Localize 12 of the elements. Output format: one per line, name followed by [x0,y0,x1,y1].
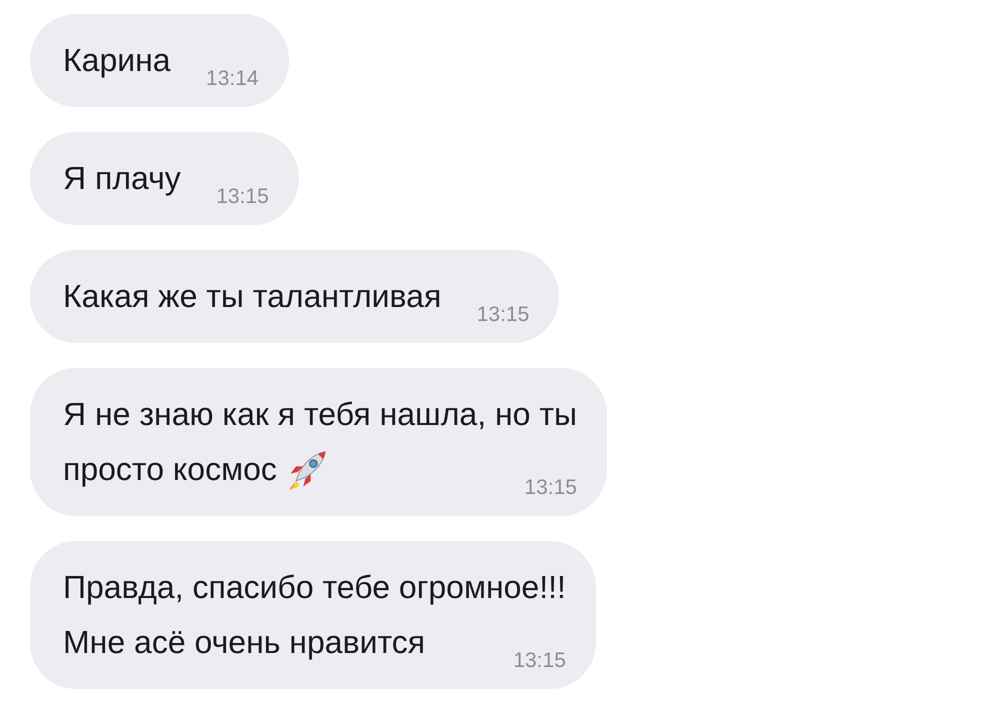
message-time: 13:15 [216,185,269,209]
message-line: Карина [63,41,171,80]
message-line: Я не знаю как я тебя нашла, но ты [63,395,577,434]
message-line: Я плачу [63,159,181,198]
message-time: 13:14 [206,67,259,91]
message-line: Какая же ты талантливая [63,277,442,316]
message-line: просто космос [63,450,277,489]
message-line: Мне асё очень нравится [63,623,426,662]
message-time: 13:15 [524,476,577,500]
message-time: 13:15 [513,649,566,673]
message-line: Правда, спасибо тебе огромное!!! [63,568,566,607]
message-time: 13:15 [476,303,530,327]
